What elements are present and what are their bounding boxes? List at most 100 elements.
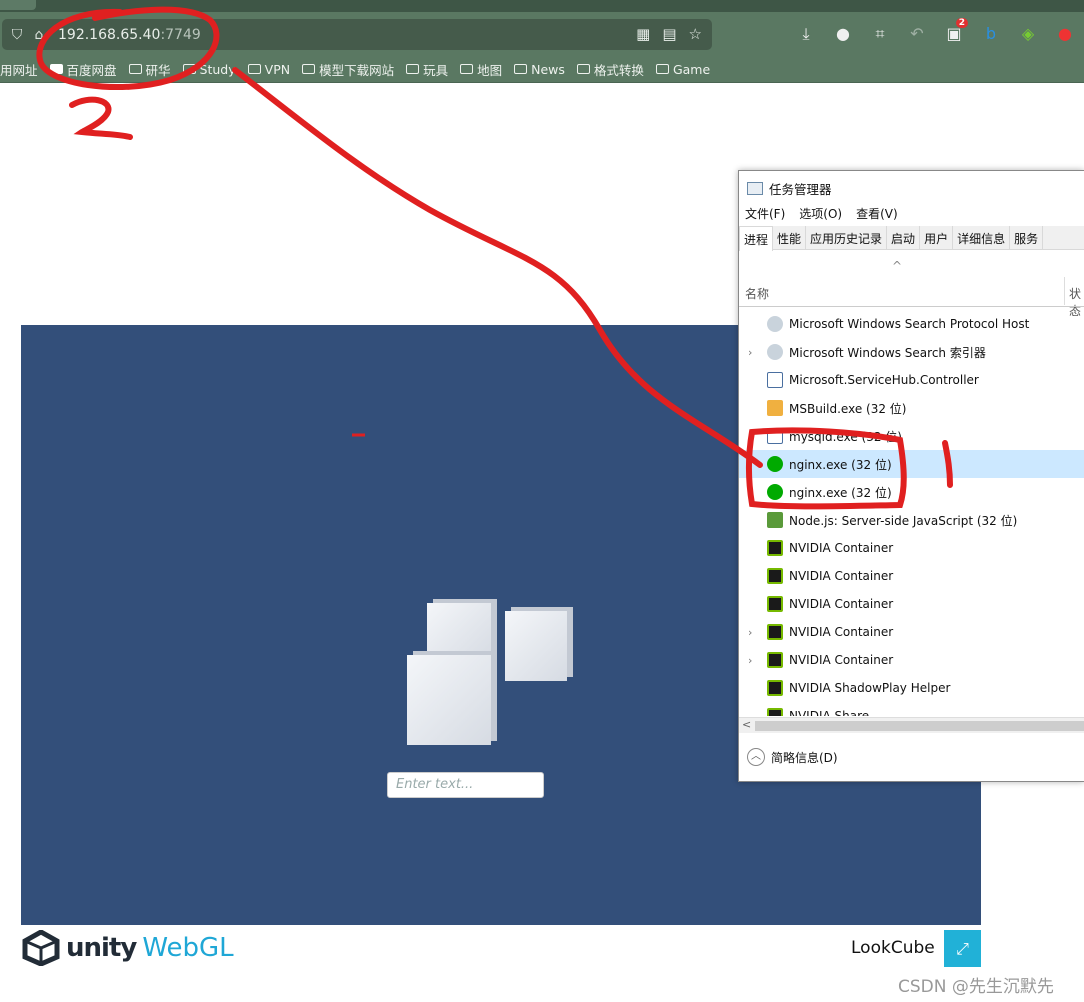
process-row[interactable]: NVIDIA ShadowPlay Helper xyxy=(739,674,1084,702)
tab-startup[interactable]: 启动 xyxy=(887,226,921,249)
expand-chevron-icon[interactable]: › xyxy=(748,654,752,667)
bookmark-folder[interactable]: Study xyxy=(182,61,236,77)
network-icon[interactable]: ▤ xyxy=(662,25,676,43)
process-row[interactable]: Node.js: Server-side JavaScript (32 位) xyxy=(739,506,1084,534)
nvidia-icon xyxy=(767,540,783,556)
bookmark-label: 玩具 xyxy=(423,62,449,78)
qr-code-icon[interactable]: ▦ xyxy=(636,25,650,43)
process-name: NVIDIA Share xyxy=(789,709,870,716)
process-row[interactable]: MSBuild.exe (32 位) xyxy=(739,394,1084,422)
column-name-header[interactable]: 名称 xyxy=(745,285,769,302)
process-row[interactable]: › Microsoft Windows Search 索引器 xyxy=(739,338,1084,366)
msbuild-icon xyxy=(767,400,783,416)
process-row[interactable]: nginx.exe (32 位) xyxy=(739,450,1084,478)
fullscreen-button[interactable]: ⤢ xyxy=(944,930,981,967)
tab-performance[interactable]: 性能 xyxy=(773,226,807,249)
process-row[interactable]: NVIDIA Share xyxy=(739,702,1084,716)
user-icon xyxy=(767,344,783,360)
expand-chevron-icon[interactable]: › xyxy=(748,346,752,359)
process-row[interactable]: nginx.exe (32 位) xyxy=(739,478,1084,506)
lock-icon[interactable]: ⌂ xyxy=(28,27,50,43)
process-name: Microsoft Windows Search Protocol Host xyxy=(789,317,1030,331)
bookmark[interactable]: 百度网盘 xyxy=(49,60,117,79)
logo-webgl: WebGL xyxy=(142,933,234,963)
window-icon xyxy=(767,372,783,388)
menu-file[interactable]: 文件(F) xyxy=(745,205,785,222)
process-row[interactable]: NVIDIA Container xyxy=(739,534,1084,562)
window-title: 任务管理器 xyxy=(769,182,832,197)
scrollbar-thumb[interactable] xyxy=(755,721,1084,731)
bookmark[interactable]: 用网址 xyxy=(0,60,38,79)
process-row[interactable]: mysqld.exe (32 位) xyxy=(739,422,1084,450)
horizontal-scrollbar[interactable]: < xyxy=(739,717,1084,733)
bookmark-label: Study xyxy=(199,61,236,77)
globe-icon[interactable]: ◈ xyxy=(1018,24,1038,44)
browser-tab[interactable] xyxy=(0,0,36,10)
unity-icon xyxy=(22,930,60,966)
bookmark-label: 研华 xyxy=(145,62,171,78)
folder-icon xyxy=(247,64,261,74)
tab-details[interactable]: 详细信息 xyxy=(953,226,1011,249)
unity-webgl-logo: unity WebGL xyxy=(22,930,234,966)
folder-icon xyxy=(576,64,590,74)
fewer-details-label: 简略信息(D) xyxy=(771,750,838,765)
text-input[interactable]: Enter text... xyxy=(387,772,544,798)
undo-icon[interactable]: ↶ xyxy=(907,24,927,44)
browser-tab-strip xyxy=(0,0,1084,12)
bookmark-folder[interactable]: News xyxy=(514,62,565,77)
bookmark-folder[interactable]: 玩具 xyxy=(406,60,448,79)
window-icon xyxy=(767,428,783,444)
process-row[interactable]: NVIDIA Container xyxy=(739,562,1084,590)
scroll-left-icon[interactable]: < xyxy=(742,718,751,731)
menu-options[interactable]: 选项(O) xyxy=(799,205,842,222)
bookmark-folder[interactable]: 地图 xyxy=(460,60,502,79)
address-bar[interactable]: ⛉ ⌂ 192.168.65.40:7749 ▦ ▤ ☆ xyxy=(2,19,712,50)
folder-icon xyxy=(302,64,316,74)
task-manager-icon xyxy=(747,182,763,195)
browser-toolbar: ⛉ ⌂ 192.168.65.40:7749 ▦ ▤ ☆ ⤓ ● ⌗ ↶ ▣ 2 … xyxy=(0,12,1084,56)
bookmark-label: 地图 xyxy=(477,62,503,78)
chevron-up-icon: ︿ xyxy=(747,748,765,766)
process-row[interactable]: › NVIDIA Container xyxy=(739,618,1084,646)
extension-icon[interactable]: ● xyxy=(1055,24,1075,44)
expand-chevron-icon[interactable]: › xyxy=(748,626,752,639)
extension-badge-icon[interactable]: ▣ 2 xyxy=(944,18,968,44)
star-icon[interactable]: ☆ xyxy=(689,25,702,43)
bookmark-label: 模型下载网站 xyxy=(319,62,395,78)
nvidia-icon xyxy=(767,680,783,696)
process-name: Microsoft.ServiceHub.Controller xyxy=(789,373,979,387)
process-name: Node.js: Server-side JavaScript (32 位) xyxy=(789,513,1018,528)
fewer-details-button[interactable]: ︿ 简略信息(D) xyxy=(747,748,838,766)
tab-processes[interactable]: 进程 xyxy=(739,226,774,251)
bookmark-folder[interactable]: Game xyxy=(655,62,710,77)
column-separator[interactable] xyxy=(1064,277,1065,305)
process-row[interactable]: NVIDIA Container xyxy=(739,590,1084,618)
bookmark-folder[interactable]: 格式转换 xyxy=(576,60,644,79)
process-row[interactable]: › NVIDIA Container xyxy=(739,646,1084,674)
download-icon[interactable]: ⤓ xyxy=(796,24,816,44)
tab-users[interactable]: 用户 xyxy=(920,226,954,249)
crop-icon[interactable]: ⌗ xyxy=(870,24,890,44)
nginx-icon xyxy=(767,456,783,472)
extension-icon[interactable]: ● xyxy=(833,24,853,44)
bookmark-folder[interactable]: 模型下载网站 xyxy=(302,60,394,79)
bookmark-folder[interactable]: 研华 xyxy=(128,60,171,79)
annotation-number-2 xyxy=(69,96,133,140)
tab-app-history[interactable]: 应用历史记录 xyxy=(806,226,888,249)
baidu-icon xyxy=(49,64,63,74)
folder-icon xyxy=(406,64,420,74)
sort-caret-icon[interactable]: ^ xyxy=(892,259,902,273)
nvidia-icon xyxy=(767,596,783,612)
menu-view[interactable]: 查看(V) xyxy=(856,205,898,222)
bookmark-folder[interactable]: VPN xyxy=(247,62,290,77)
header-divider xyxy=(739,306,1084,307)
process-name: nginx.exe (32 位) xyxy=(789,457,892,472)
badge-count: 2 xyxy=(955,18,968,28)
shield-icon[interactable]: ⛉ xyxy=(6,27,28,43)
cube xyxy=(505,611,567,681)
process-row[interactable]: Microsoft.ServiceHub.Controller xyxy=(739,366,1084,394)
tab-services[interactable]: 服务 xyxy=(1010,226,1044,249)
bookmark-label: 百度网盘 xyxy=(66,62,117,78)
bing-icon[interactable]: b xyxy=(981,24,1001,44)
process-row[interactable]: Microsoft Windows Search Protocol Host xyxy=(739,310,1084,338)
